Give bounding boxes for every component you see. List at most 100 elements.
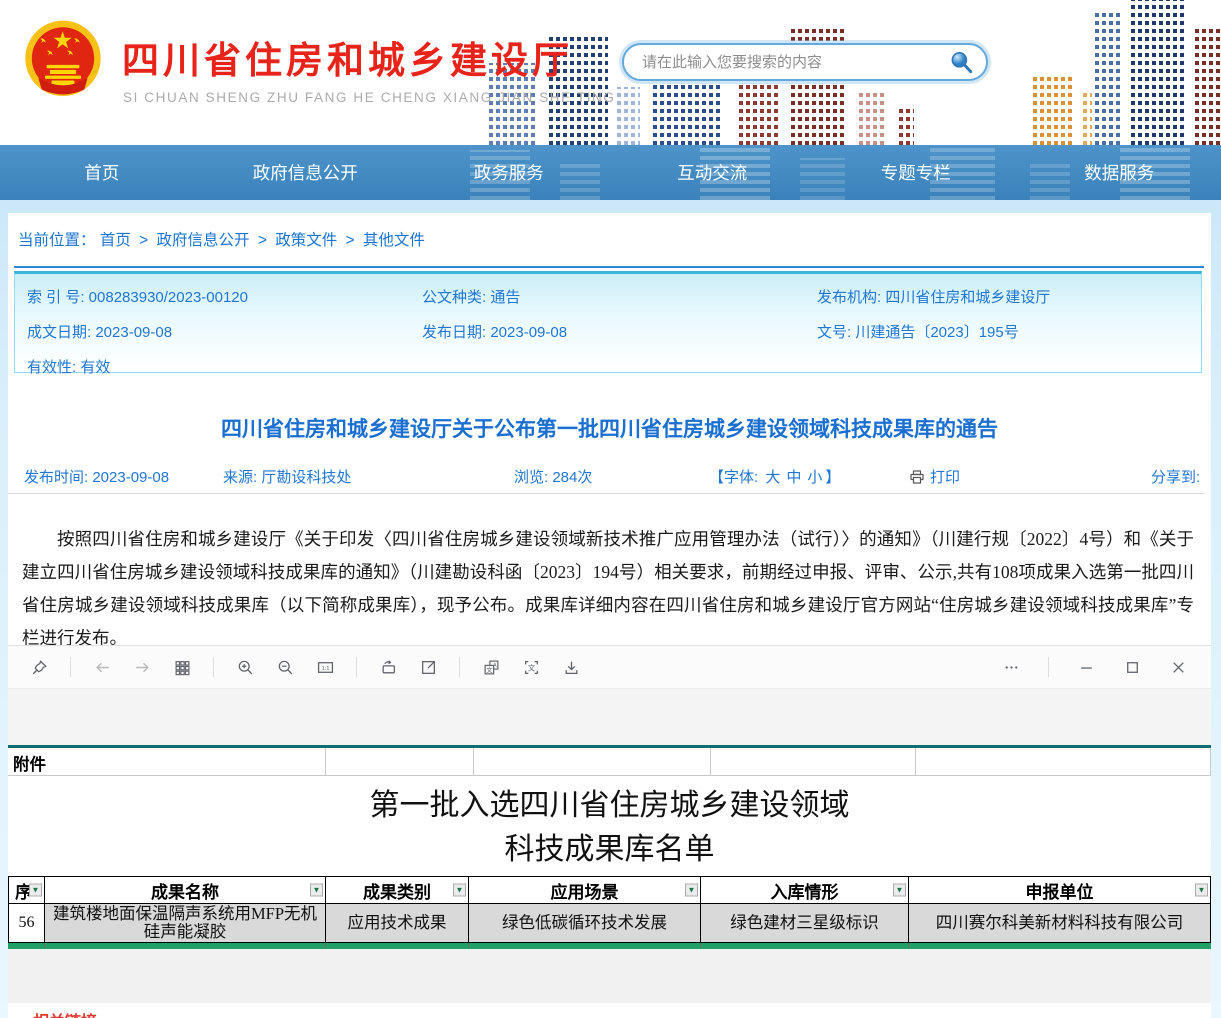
thumbnail-grid-icon[interactable] <box>173 658 191 676</box>
svg-text:A: A <box>493 662 497 668</box>
filter-dropdown-icon[interactable]: ▼ <box>1195 884 1208 897</box>
column-header-6: 申报单位▼ <box>908 876 1211 904</box>
filter-dropdown-icon[interactable]: ▼ <box>310 884 323 897</box>
search-icon <box>948 49 974 75</box>
rotate-icon[interactable] <box>379 658 397 676</box>
table-cell: 建筑楼地面保温隔声系统用MFP无机硅声能凝胶 <box>44 904 325 943</box>
nav-item-3[interactable]: 政务服务 <box>407 145 611 200</box>
breadcrumb-separator: > <box>254 232 272 249</box>
toolbar-divider <box>70 657 71 677</box>
actual-size-icon[interactable]: 1:1 <box>316 658 334 676</box>
breadcrumb-separator: > <box>135 232 153 249</box>
filter-dropdown-icon[interactable]: ▼ <box>893 884 906 897</box>
search-input[interactable] <box>640 53 948 72</box>
sheet-title: 第一批入选四川省住房城乡建设领域 科技成果库名单 <box>8 784 1211 872</box>
search-box <box>622 43 988 81</box>
meta-written-date: 成文日期: 2023-09-08 <box>27 321 422 342</box>
font-size-switcher: 【字体: 大中小】 <box>709 466 840 487</box>
spreadsheet: 附件 第一批入选四川省住房城乡建设领域 科技成果库名单 序·▼成果名称▼成果类别… <box>8 748 1211 949</box>
search-button[interactable] <box>948 47 982 77</box>
pin-icon[interactable] <box>30 658 48 676</box>
toolbar-divider <box>356 657 357 677</box>
text-extract-icon[interactable]: 文 <box>522 658 540 676</box>
print-button[interactable]: 打印 <box>909 466 960 487</box>
font-size-中[interactable]: 中 <box>786 469 801 486</box>
table-cell: 56 <box>8 904 44 943</box>
column-header-5: 入库情形▼ <box>700 876 908 904</box>
nav-item-5[interactable]: 专题专栏 <box>814 145 1018 200</box>
table-cell: 绿色建材三星级标识 <box>700 904 908 943</box>
meta-doc-number: 文号: 川建通告〔2023〕195号 <box>817 321 1187 342</box>
national-emblem-logo <box>22 14 104 106</box>
zoom-in-icon[interactable] <box>236 658 254 676</box>
svg-text:文: 文 <box>527 662 535 672</box>
viewer-toolbar: 1:1 文A 文 <box>8 646 1211 689</box>
nav-item-6[interactable]: 数据服务 <box>1018 145 1221 200</box>
article-body: 按照四川省住房和城乡建设厅《关于印发〈四川省住房城乡建设领域新技术推广应用管理办… <box>22 523 1194 655</box>
close-icon[interactable] <box>1169 658 1187 676</box>
maximize-icon[interactable] <box>1123 658 1141 676</box>
site-header: 四川省住房和城乡建设厅 SI CHUAN SHENG ZHU FANG HE C… <box>0 0 1221 145</box>
meta-publish-date: 发布日期: 2023-09-08 <box>422 321 817 342</box>
meta-index: 索 引 号: 008283930/2023-00120 <box>27 286 422 307</box>
document-meta-box: 索 引 号: 008283930/2023-00120 公文种类: 通告 发布机… <box>14 271 1202 373</box>
meta-doc-type: 公文种类: 通告 <box>422 286 817 307</box>
filter-dropdown-icon[interactable]: ▼ <box>685 884 698 897</box>
translate-icon[interactable]: 文A <box>482 658 500 676</box>
breadcrumb-links: 首页 > 政府信息公开 > 政策文件 > 其他文件 <box>100 232 425 249</box>
filter-dropdown-icon[interactable]: ▼ <box>29 884 42 897</box>
svg-text:1:1: 1:1 <box>321 665 329 671</box>
filter-dropdown-icon[interactable]: ▼ <box>453 884 466 897</box>
download-icon[interactable] <box>562 658 580 676</box>
breadcrumb-link[interactable]: 其他文件 <box>363 232 425 249</box>
nav-item-4[interactable]: 互动交流 <box>611 145 815 200</box>
nav-item-1[interactable]: 首页 <box>0 145 204 200</box>
table-row[interactable]: 56建筑楼地面保温隔声系统用MFP无机硅声能凝胶应用技术成果绿色低碳循环技术发展… <box>8 904 1211 943</box>
breadcrumb-link[interactable]: 首页 <box>100 232 131 249</box>
nav-menu: 首页政府信息公开政务服务互动交流专题专栏数据服务 <box>0 145 1221 200</box>
publish-time: 发布时间: 2023-09-08 <box>24 466 169 487</box>
page: 四川省住房和城乡建设厅 SI CHUAN SHENG ZHU FANG HE C… <box>0 0 1221 1018</box>
related-links-label[interactable]: 相关链接 <box>33 1008 97 1018</box>
column-header-3: 成果类别▼ <box>325 876 468 904</box>
view-count: 浏览: 284次 <box>514 466 592 487</box>
table-cell: 绿色低碳循环技术发展 <box>468 904 700 943</box>
arrow-left-icon[interactable] <box>93 658 111 676</box>
article-title: 四川省住房和城乡建设厅关于公布第一批四川省住房城乡建设领域科技成果库的通告 <box>8 413 1211 443</box>
font-size-小[interactable]: 小 <box>807 469 822 486</box>
share-label: 分享到: <box>1151 466 1200 487</box>
toolbar-divider <box>213 657 214 677</box>
table-header-row: 序·▼成果名称▼成果类别▼应用场景▼入库情形▼申报单位▼ <box>8 876 1211 904</box>
source: 来源: 厅勘设科技处 <box>223 466 351 487</box>
breadcrumb-link[interactable]: 政策文件 <box>275 232 337 249</box>
viewer-margin-top <box>8 689 1211 745</box>
divider-gray <box>8 493 1204 494</box>
minimize-icon[interactable] <box>1077 658 1095 676</box>
divider-blue <box>14 266 1204 268</box>
font-size-大[interactable]: 大 <box>765 469 780 486</box>
meta-publisher: 发布机构: 四川省住房和城乡建设厅 <box>817 286 1187 307</box>
viewer-margin-bottom <box>8 949 1211 1003</box>
arrow-right-icon[interactable] <box>133 658 151 676</box>
attachment-viewer-window: 1:1文A文 附件 第一批入选四川省住房城乡建设领域 科技成果库名单 序·▼成果… <box>8 645 1211 1003</box>
column-header-1: 序·▼ <box>8 876 44 904</box>
breadcrumb-label: 当前位置： <box>18 232 96 249</box>
nav-item-2[interactable]: 政府信息公开 <box>204 145 408 200</box>
table-body: 56建筑楼地面保温隔声系统用MFP无机硅声能凝胶应用技术成果绿色低碳循环技术发展… <box>8 904 1211 943</box>
column-header-2: 成果名称▼ <box>44 876 325 904</box>
breadcrumb: 当前位置： 首页 > 政府信息公开 > 政策文件 > 其他文件 <box>18 228 425 250</box>
attachment-cell-row: 附件 <box>8 748 1211 776</box>
table-cell: 应用技术成果 <box>325 904 468 943</box>
viewer-toolbar-right <box>1002 657 1187 677</box>
breadcrumb-link[interactable]: 政府信息公开 <box>157 232 250 249</box>
more-options-icon[interactable] <box>1002 658 1020 676</box>
site-pinyin: SI CHUAN SHENG ZHU FANG HE CHENG XIANG J… <box>123 90 616 105</box>
font-size-links: 大中小 <box>762 469 825 486</box>
edit-icon[interactable] <box>419 658 437 676</box>
site-title: 四川省住房和城乡建设厅 <box>122 30 573 84</box>
meta-validity: 有效性: 有效 <box>27 356 422 377</box>
main-nav: 首页政府信息公开政务服务互动交流专题专栏数据服务 <box>0 145 1221 200</box>
table-cell: 四川赛尔科美新材料科技有限公司 <box>908 904 1211 943</box>
zoom-out-icon[interactable] <box>276 658 294 676</box>
column-header-4: 应用场景▼ <box>468 876 700 904</box>
